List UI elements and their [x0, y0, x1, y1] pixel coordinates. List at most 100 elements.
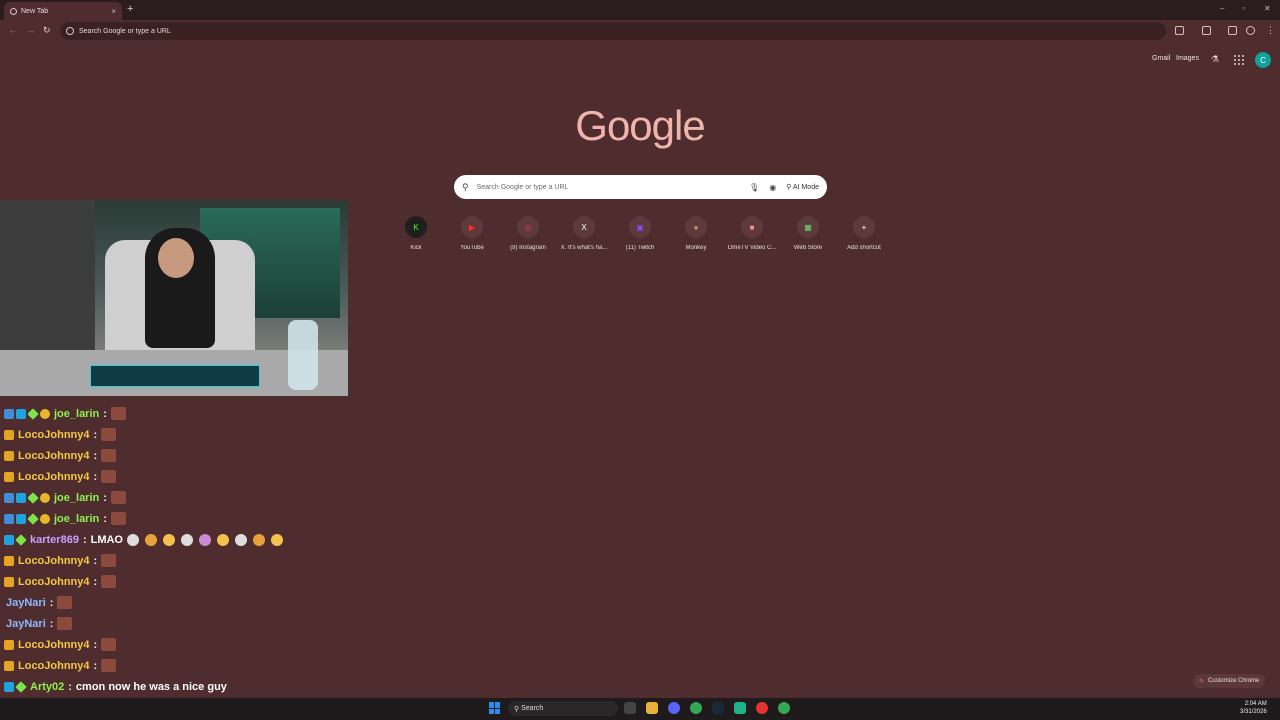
shortcut-tile[interactable]: X X. It's what's ha... — [556, 216, 612, 251]
chat-username[interactable]: LocoJohnny4 — [18, 576, 90, 588]
star-badge-icon — [15, 680, 27, 693]
chat-overlay: joe_larin: LocoJohnny4: LocoJohnny4: LocoJo… — [0, 403, 360, 718]
coin-badge-icon — [40, 513, 50, 524]
ai-mode-button[interactable]: ⚲ AI Mode — [786, 183, 819, 191]
search-placeholder: Search Google or type a URL — [476, 183, 569, 191]
obs-icon[interactable] — [756, 702, 768, 714]
chat-username[interactable]: LocoJohnny4 — [18, 639, 90, 651]
tab-close-icon[interactable]: × — [111, 7, 116, 16]
steam-icon[interactable] — [712, 702, 724, 714]
star-badge-icon — [27, 491, 39, 504]
shortcut-tile[interactable]: + Add shortcut — [836, 216, 892, 251]
webcam-overlay — [0, 200, 348, 396]
shortcut-tile[interactable]: ■ OmeTV Video C... — [724, 216, 780, 251]
chat-separator: : — [93, 470, 98, 483]
shortcut-tile[interactable]: ▣ (11) Twitch — [612, 216, 668, 251]
shortcut-tile[interactable]: K Kick — [388, 216, 444, 251]
chrome-taskbar-icon-2[interactable] — [778, 702, 790, 714]
images-link[interactable]: Images — [1176, 55, 1199, 62]
chat-separator: : — [93, 554, 98, 567]
shortcut-label: Add shortcut — [847, 245, 881, 251]
labs-icon[interactable]: ⚗ — [1211, 54, 1219, 65]
windows-start-icon[interactable] — [489, 702, 501, 714]
chat-separator: : — [93, 449, 98, 462]
chat-username[interactable]: joe_larin — [54, 513, 99, 525]
chat-message: joe_larin: — [0, 508, 360, 529]
chat-separator: : — [68, 680, 72, 693]
chat-username[interactable]: LocoJohnny4 — [18, 471, 90, 483]
taskview-icon[interactable] — [624, 702, 636, 714]
restore-icon[interactable]: ▫ — [1242, 4, 1245, 13]
crown-badge-icon — [4, 429, 14, 440]
chat-username[interactable]: LocoJohnny4 — [18, 660, 90, 672]
chat-username[interactable]: joe_larin — [54, 492, 99, 504]
shortcut-tile[interactable]: ● Monkey — [668, 216, 724, 251]
customize-chrome-button[interactable]: ✎ Customize Chrome — [1193, 674, 1266, 688]
lens-icon[interactable]: ◉ — [769, 183, 776, 192]
sub-badge-icon — [4, 534, 14, 545]
profile-icon[interactable] — [1246, 26, 1255, 35]
chat-username[interactable]: JayNari — [6, 597, 46, 609]
chat-separator: : — [93, 638, 98, 651]
sidepanel-icon[interactable] — [1202, 26, 1211, 35]
xbox-icon[interactable] — [734, 702, 746, 714]
chrome-taskbar-icon[interactable] — [690, 702, 702, 714]
shortcut-label: (9) Instagram — [510, 245, 546, 251]
crown-badge-icon — [4, 639, 14, 650]
omnibox[interactable]: Search Google or type a URL — [60, 22, 1166, 40]
discord-icon[interactable] — [668, 702, 680, 714]
shortcut-label: X. It's what's ha... — [560, 245, 608, 251]
chat-username[interactable]: JayNari — [6, 618, 46, 630]
taskbar-search[interactable]: ⚲ Search — [508, 701, 618, 716]
taskbar: ⚲ Search 2:04 AM 3/31/2026 — [0, 698, 1280, 720]
youtube-icon: ▶ — [461, 216, 483, 238]
downloads-icon[interactable] — [1228, 26, 1237, 35]
chat-username[interactable]: LocoJohnny4 — [18, 429, 90, 441]
chat-message: LocoJohnny4: — [0, 634, 360, 655]
emoji-row — [127, 533, 283, 546]
coin-badge-icon — [40, 492, 50, 503]
clock[interactable]: 2:04 AM 3/31/2026 — [1240, 700, 1267, 716]
chat-emote — [101, 449, 117, 462]
shortcut-tile[interactable]: ◎ (9) Instagram — [500, 216, 556, 251]
chat-username[interactable]: LocoJohnny4 — [18, 450, 90, 462]
shortcut-tile[interactable]: ▦ Web Store — [780, 216, 836, 251]
chat-message: LocoJohnny4: — [0, 655, 360, 676]
chat-username[interactable]: joe_larin — [54, 408, 99, 420]
chat-emote — [110, 407, 126, 420]
minimize-icon[interactable]: – — [1220, 4, 1224, 13]
ometv-icon: ■ — [741, 216, 763, 238]
chat-message: LocoJohnny4: — [0, 571, 360, 592]
chat-username[interactable]: LocoJohnny4 — [18, 555, 90, 567]
chat-separator: : — [103, 512, 107, 525]
new-tab-button[interactable]: + — [127, 3, 133, 15]
google-search-box[interactable]: ⚲ Search Google or type a URL 🎙 ◉ ⚲ AI M… — [454, 175, 827, 199]
account-avatar[interactable]: C — [1255, 52, 1271, 68]
chat-message: LocoJohnny4: — [0, 424, 360, 445]
chat-emote — [101, 554, 117, 567]
chat-message: joe_larin: — [0, 487, 360, 508]
chat-message: LocoJohnny4: — [0, 466, 360, 487]
chat-separator: : — [103, 491, 107, 504]
chat-separator: : — [82, 533, 87, 546]
shortcut-tile[interactable]: ▶ YouTube — [444, 216, 500, 251]
apps-grid-icon[interactable] — [1234, 55, 1244, 65]
close-window-icon[interactable]: ✕ — [1264, 4, 1271, 13]
file-explorer-icon[interactable] — [646, 702, 658, 714]
menu-icon[interactable]: ⋮ — [1266, 25, 1275, 36]
forward-icon[interactable]: → — [26, 25, 35, 35]
extensions-icon[interactable] — [1175, 26, 1184, 35]
tab-new-tab[interactable]: New Tab × — [4, 2, 122, 20]
chat-separator: : — [49, 596, 54, 609]
chat-username[interactable]: Arty02 — [30, 681, 64, 693]
star-badge-icon — [15, 533, 27, 546]
back-icon[interactable]: ← — [8, 25, 17, 35]
google-g-icon — [66, 27, 74, 35]
gmail-link[interactable]: Gmail — [1152, 55, 1170, 62]
twitch-icon: ▣ — [629, 216, 651, 238]
chat-separator: : — [49, 617, 54, 630]
chat-username[interactable]: karter869 — [30, 534, 79, 546]
webstore-icon: ▦ — [797, 216, 819, 238]
microphone-icon[interactable]: 🎙 — [749, 183, 759, 192]
reload-icon[interactable]: ↻ — [43, 25, 51, 36]
